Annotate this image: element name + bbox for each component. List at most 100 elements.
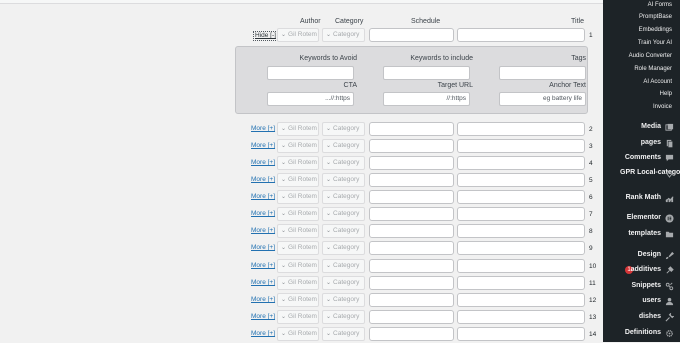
keywords-include-input[interactable] [383, 66, 470, 80]
more-toggle[interactable]: More [+] [251, 296, 275, 303]
category-select[interactable]: ⌄ Category [322, 122, 365, 136]
category-select[interactable]: ⌄ Category [322, 241, 365, 255]
submenu-item-promptbase[interactable]: PromptBase [639, 14, 672, 20]
table-row: More [+] ⌄ Gil Rotem ⌄ Category 7 [0, 207, 603, 223]
author-select[interactable]: ⌄ Gil Rotem [277, 241, 319, 255]
sidebar-item-additives[interactable]: 1 additives [603, 265, 680, 277]
schedule-input[interactable] [369, 259, 454, 273]
title-input[interactable] [457, 122, 585, 136]
schedule-input[interactable] [369, 122, 454, 136]
more-toggle[interactable]: More [+] [251, 176, 275, 183]
more-toggle[interactable]: More [+] [251, 125, 275, 132]
more-toggle[interactable]: More [+] [251, 330, 275, 337]
schedule-input[interactable] [369, 28, 454, 42]
more-toggle[interactable]: More [+] [251, 227, 275, 234]
author-select[interactable]: ⌄ Gil Rotem [277, 173, 319, 187]
category-select[interactable]: ⌄ Category [322, 259, 365, 273]
author-select[interactable]: ⌄ Gil Rotem [277, 28, 319, 42]
schedule-input[interactable] [369, 224, 454, 238]
author-select[interactable]: ⌄ Gil Rotem [277, 259, 319, 273]
author-select[interactable]: ⌄ Gil Rotem [277, 224, 319, 238]
schedule-input[interactable] [369, 241, 454, 255]
category-select[interactable]: ⌄ Category [322, 327, 365, 341]
sidebar-item-definitions[interactable]: Definitions [603, 328, 680, 340]
category-select[interactable]: ⌄ Category [322, 276, 365, 290]
anchor-text-input[interactable]: eg battery life [499, 92, 586, 106]
more-toggle[interactable]: More [+] [251, 244, 275, 251]
more-toggle[interactable]: More [+] [251, 142, 275, 149]
title-input[interactable] [457, 276, 585, 290]
more-toggle[interactable]: More [+] [251, 279, 275, 286]
sidebar-item-pages[interactable]: pages [603, 138, 680, 150]
schedule-input[interactable] [369, 190, 454, 204]
sidebar-item-rank-math[interactable]: Rank Math [603, 193, 680, 205]
sidebar-item-dishes[interactable]: dishes [603, 312, 680, 324]
category-select[interactable]: ⌄ Category [322, 293, 365, 307]
plugin-icon [666, 266, 674, 274]
category-select[interactable]: ⌄ Category [322, 224, 365, 238]
category-select[interactable]: ⌄ Category [322, 190, 365, 204]
author-select[interactable]: ⌄ Gil Rotem [277, 156, 319, 170]
submenu-item-ai-forms[interactable]: AI Forms [648, 2, 672, 8]
author-select[interactable]: ⌄ Gil Rotem [277, 207, 319, 221]
more-toggle[interactable]: More [+] [251, 313, 275, 320]
title-input[interactable] [457, 139, 585, 153]
sidebar-item-media[interactable]: Media [603, 122, 680, 134]
sidebar-item-design[interactable]: Design [603, 250, 680, 262]
sidebar-item-comments[interactable]: Comments [603, 153, 680, 165]
tags-input[interactable] [499, 66, 586, 80]
category-select[interactable]: ⌄ Category [322, 156, 365, 170]
category-select[interactable]: ⌄ Category [322, 310, 365, 324]
submenu-item-embeddings[interactable]: Embeddings [639, 27, 672, 33]
author-select[interactable]: ⌄ Gil Rotem [277, 139, 319, 153]
author-select[interactable]: ⌄ Gil Rotem [277, 276, 319, 290]
sidebar-item-elementor[interactable]: Elementor [603, 213, 680, 225]
category-select[interactable]: ⌄ Category [322, 139, 365, 153]
sidebar-item-users[interactable]: users [603, 296, 680, 308]
title-input[interactable] [457, 190, 585, 204]
author-select[interactable]: ⌄ Gil Rotem [277, 327, 319, 341]
submenu-item-role-manager[interactable]: Role Manager [634, 66, 672, 72]
author-select[interactable]: ⌄ Gil Rotem [277, 293, 319, 307]
more-toggle[interactable]: More [+] [251, 159, 275, 166]
keywords-avoid-input[interactable] [267, 66, 354, 80]
more-toggle[interactable]: More [+] [251, 262, 275, 269]
target-url-input[interactable]: https:// [383, 92, 470, 106]
submenu-item-train-ai[interactable]: Train Your AI [638, 40, 672, 46]
title-input[interactable] [457, 28, 585, 42]
schedule-input[interactable] [369, 173, 454, 187]
title-input[interactable] [457, 156, 585, 170]
title-input[interactable] [457, 259, 585, 273]
sidebar-item-templates[interactable]: templates [603, 229, 680, 241]
submenu-item-invoice[interactable]: Invoice [653, 104, 672, 110]
more-toggle[interactable]: More [+] [251, 210, 275, 217]
title-input[interactable] [457, 207, 585, 221]
schedule-input[interactable] [369, 139, 454, 153]
schedule-input[interactable] [369, 156, 454, 170]
category-select[interactable]: ⌄ Category [322, 207, 365, 221]
schedule-input[interactable] [369, 327, 454, 341]
title-input[interactable] [457, 224, 585, 238]
schedule-input[interactable] [369, 207, 454, 221]
submenu-item-ai-account[interactable]: AI Account [643, 79, 672, 85]
title-input[interactable] [457, 310, 585, 324]
schedule-input[interactable] [369, 293, 454, 307]
submenu-item-help[interactable]: Help [660, 91, 672, 97]
category-select[interactable]: ⌄ Category [322, 28, 365, 42]
author-select[interactable]: ⌄ Gil Rotem [277, 190, 319, 204]
more-toggle[interactable]: More [+] [251, 193, 275, 200]
cta-input[interactable]: https://... [267, 92, 354, 106]
schedule-input[interactable] [369, 310, 454, 324]
hide-toggle[interactable]: Hide [-] [253, 31, 278, 41]
sidebar-item-snippets[interactable]: Snippets [603, 281, 680, 293]
submenu-item-audio-converter[interactable]: Audio Converter [629, 53, 672, 59]
title-input[interactable] [457, 173, 585, 187]
title-input[interactable] [457, 241, 585, 255]
author-select[interactable]: ⌄ Gil Rotem [277, 122, 319, 136]
title-input[interactable] [457, 293, 585, 307]
sidebar-item-gpr-local-category[interactable]: GPR Local-category [603, 168, 680, 188]
title-input[interactable] [457, 327, 585, 341]
category-select[interactable]: ⌄ Category [322, 173, 365, 187]
schedule-input[interactable] [369, 276, 454, 290]
author-select[interactable]: ⌄ Gil Rotem [277, 310, 319, 324]
